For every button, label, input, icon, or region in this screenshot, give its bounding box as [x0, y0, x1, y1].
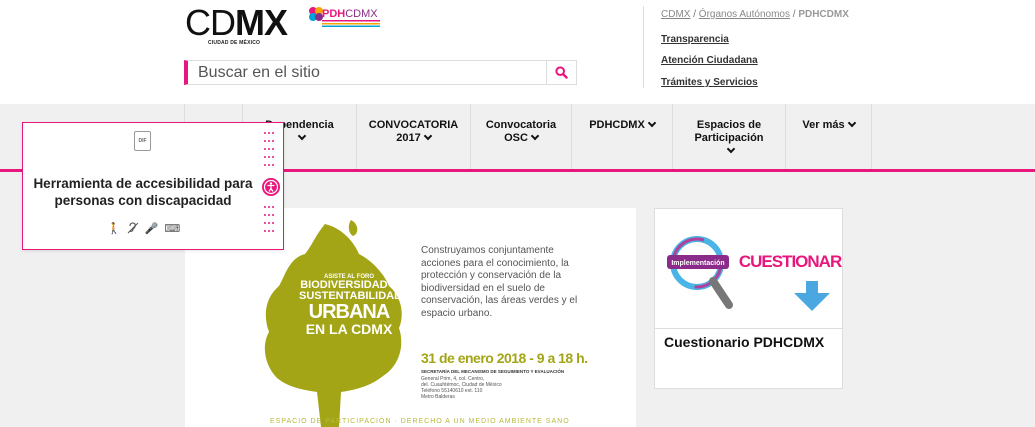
magnifier-illustration: Implementación CUESTIONARIO	[667, 236, 859, 311]
card-divider	[655, 328, 842, 329]
search-icon	[555, 66, 568, 79]
banner-date: 31 de enero 2018 - 9 a 18 h.	[421, 350, 588, 366]
walking-icon[interactable]: 🚶	[107, 222, 121, 237]
nav-item-convocatoria-osc[interactable]: Convocatoria OSC	[470, 104, 571, 169]
link-atencion-ciudadana[interactable]: Atención Ciudadana	[661, 55, 758, 66]
microphone-icon[interactable]: 🎤	[145, 222, 159, 237]
cuestionario-heading: CUESTIONARIO	[739, 252, 842, 271]
banner-description: Construyamos conjuntamente acciones para…	[421, 245, 578, 319]
header-divider	[643, 6, 644, 88]
chevron-down-icon	[423, 131, 432, 141]
nav-label: Convocatoria OSC	[485, 119, 557, 144]
implementacion-tag: Implementación	[671, 260, 724, 267]
arrow-down-icon	[794, 293, 830, 311]
breadcrumb: CDMX / Órganos Autónomos / PDHCDMX	[661, 9, 849, 20]
accessibility-tools: 🚶 🎤 ⌨	[107, 222, 180, 237]
pdh-logo-stripes	[322, 20, 380, 27]
card-title[interactable]: Cuestionario PDHCDMX	[664, 334, 824, 350]
deaf-icon[interactable]	[127, 222, 139, 237]
dif-logo: DIF	[134, 131, 151, 151]
logo-cdmx-part1: CD	[185, 2, 236, 43]
nav-item-convocatoria-2017[interactable]: CONVOCATORIA 2017	[356, 104, 470, 169]
chevron-down-icon	[297, 131, 306, 141]
breadcrumb-cdmx[interactable]: CDMX	[661, 9, 690, 20]
banner-title-end: EN LA CDMX	[305, 321, 393, 337]
cdmx-wordmark: CDMX	[185, 5, 288, 41]
chevron-down-icon	[726, 144, 736, 154]
logo-pdh-part2: CDMX	[345, 8, 378, 20]
banner-address: General Prim, 4, col. Centro, del. Cuauh…	[421, 376, 502, 400]
dif-logo-text: DIF	[138, 138, 147, 144]
nav-label: Espacios de Participación	[694, 119, 764, 144]
banner-footer: ESPACIO DE PARTICIPACIÓN · DERECHO A UN …	[270, 418, 570, 425]
link-tramites-servicios[interactable]: Trámites y Servicios	[661, 77, 758, 88]
accessibility-toggle-button[interactable]	[262, 178, 280, 196]
breadcrumb-organos-autonomos[interactable]: Órganos Autónomos	[699, 9, 790, 20]
banner-organizer: SECRETARÍA DEL MECANISMO DE SEGUIMIENTO …	[421, 369, 565, 374]
nav-item-pdhcdmx[interactable]: PDHCDMX	[571, 104, 672, 169]
nav-label: CONVOCATORIA 2017	[368, 119, 459, 144]
nav-item-ver-mas[interactable]: Ver más	[785, 104, 872, 169]
search-button[interactable]	[546, 61, 576, 84]
banner-title: ASISTE AL FORO BIODIVERSIDAD Y SUSTENTAB…	[299, 274, 402, 337]
accessibility-title: Herramienta de accesibilidad para person…	[33, 176, 253, 208]
chevron-down-icon	[530, 131, 540, 141]
pdh-wordmark: PDHCDMX	[322, 8, 378, 20]
search-box	[184, 60, 577, 85]
nav-label: PDHCDMX	[589, 119, 645, 131]
accessibility-icon	[263, 179, 279, 195]
chevron-down-icon	[847, 118, 856, 128]
keyboard-icon[interactable]: ⌨	[164, 222, 180, 237]
breadcrumb-current: PDHCDMX	[798, 9, 849, 20]
banner-title-big: URBANA	[308, 301, 391, 323]
breadcrumb-separator: /	[690, 9, 699, 20]
questionnaire-image: Implementación CUESTIONARIO	[655, 209, 859, 328]
logo-pdh-part1: PDH	[322, 8, 346, 20]
search-input[interactable]	[188, 61, 548, 84]
questionnaire-card[interactable]: Implementación CUESTIONARIO Cuestionario…	[654, 208, 859, 389]
cdmx-logo[interactable]: CDMX CIUDAD DE MÉXICO	[185, 5, 288, 47]
logo-cdmx-subtitle: CIUDAD DE MÉXICO	[208, 40, 261, 46]
link-transparencia[interactable]: Transparencia	[661, 34, 729, 45]
pdhcdmx-logo[interactable]: PDHCDMX	[308, 6, 380, 27]
accessibility-panel: DIF Herramienta de accesibilidad para pe…	[22, 122, 284, 250]
nav-label: Ver más	[802, 119, 845, 131]
nav-item-espacios-participacion[interactable]: Espacios de Participación	[672, 104, 785, 169]
chevron-down-icon	[647, 118, 657, 128]
logo-cdmx-part2: MX	[235, 2, 288, 43]
